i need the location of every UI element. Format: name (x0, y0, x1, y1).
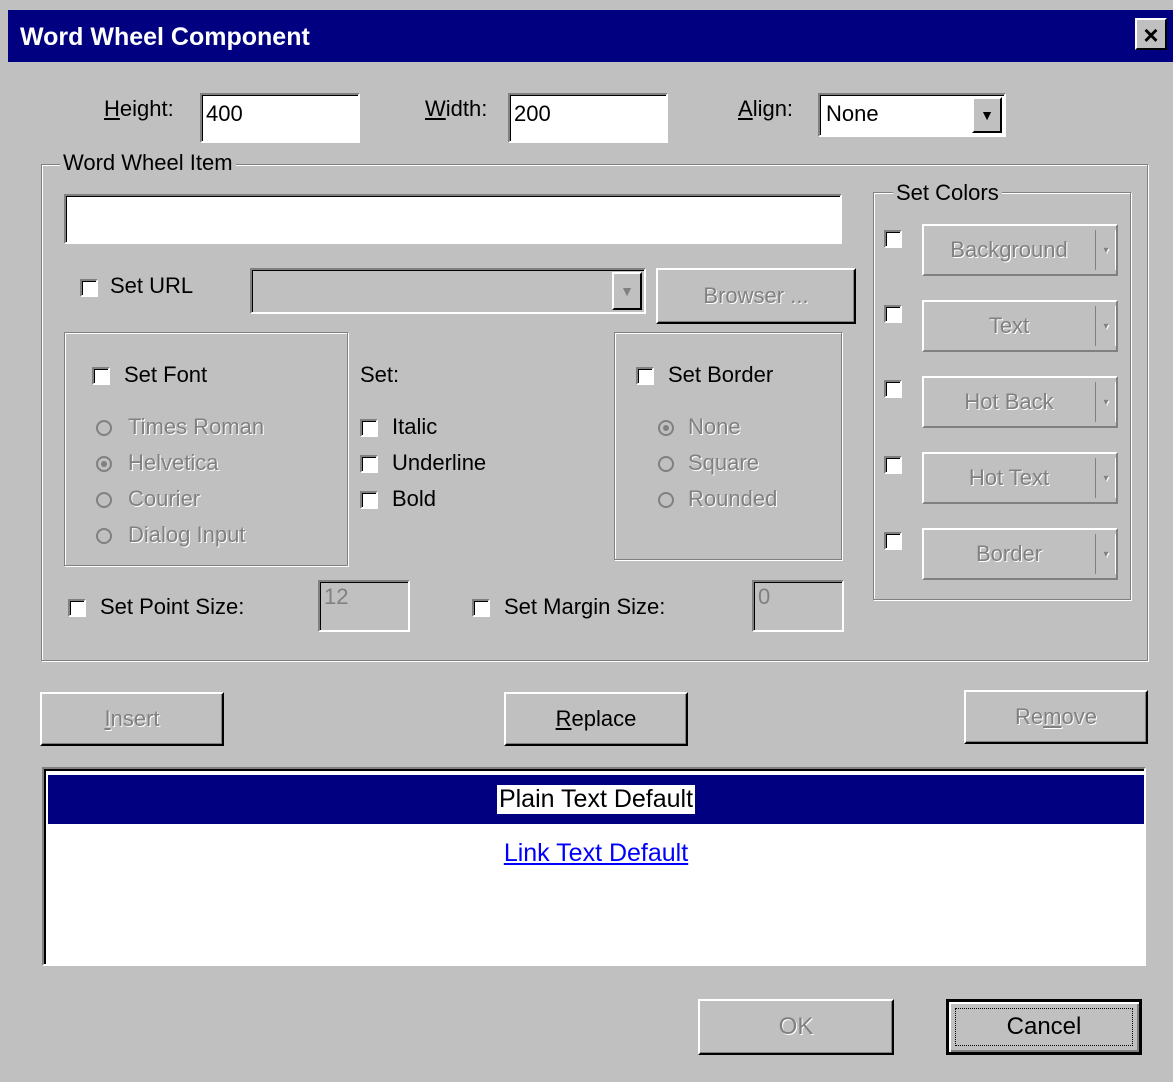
hot-text-color-checkbox[interactable] (884, 456, 902, 474)
list-item[interactable]: Link Text Default (48, 831, 1144, 875)
height-input[interactable]: 400 (200, 93, 360, 143)
chevron-down-icon: ▼ (620, 283, 634, 299)
set-point-size-label: Set Point Size: (100, 594, 245, 619)
align-dropdown-button[interactable]: ▼ (972, 97, 1002, 133)
set-border-label: Set Border (668, 362, 774, 387)
chevron-down-icon: ▾ (1095, 458, 1116, 498)
ok-button[interactable]: OK (698, 999, 894, 1055)
border-color-button[interactable]: Border ▾ (922, 528, 1118, 580)
border-color-checkbox[interactable] (884, 532, 902, 550)
font-radio-dialog-input[interactable] (96, 528, 112, 544)
set-point-size-checkbox[interactable] (68, 599, 86, 617)
font-label-times-roman: Times Roman (128, 414, 265, 439)
align-select[interactable]: None ▼ (818, 93, 1006, 137)
text-color-checkbox[interactable] (884, 305, 902, 323)
set-font-checkbox[interactable] (92, 367, 110, 385)
hot-text-color-button[interactable]: Hot Text ▾ (922, 452, 1118, 504)
width-label: Width: (425, 96, 488, 121)
items-listbox[interactable]: Plain Text Default Link Text Default (42, 767, 1146, 966)
list-item-selected[interactable]: Plain Text Default (48, 775, 1144, 824)
background-color-checkbox[interactable] (884, 230, 902, 248)
chevron-down-icon: ▾ (1095, 534, 1116, 574)
text-color-button[interactable]: Text ▾ (922, 300, 1118, 352)
item-text-input[interactable] (64, 194, 842, 244)
bold-checkbox[interactable] (360, 491, 378, 509)
chevron-down-icon: ▾ (1095, 230, 1116, 270)
replace-button[interactable]: Replace (504, 692, 688, 746)
italic-label: Italic (392, 414, 438, 439)
set-url-checkbox[interactable] (80, 279, 98, 297)
height-label: Height: (104, 96, 174, 121)
set-margin-size-checkbox[interactable] (472, 599, 490, 617)
focus-ring (955, 1008, 1133, 1046)
border-label-rounded: Rounded (688, 486, 778, 511)
bold-label: Bold (392, 486, 437, 511)
window-title: Word Wheel Component (20, 23, 310, 51)
title-bar: Word Wheel Component × (8, 10, 1173, 62)
list-item-plain-text-default: Plain Text Default (496, 785, 696, 814)
insert-button[interactable]: Insert (40, 692, 224, 746)
chevron-down-icon: ▾ (1095, 382, 1116, 422)
align-select-value: None (826, 101, 879, 126)
font-radio-courier[interactable] (96, 492, 112, 508)
chevron-down-icon: ▾ (1095, 306, 1116, 346)
font-label-dialog-input: Dialog Input (128, 522, 246, 547)
italic-checkbox[interactable] (360, 419, 378, 437)
underline-label: Underline (392, 450, 487, 475)
background-color-button[interactable]: Background ▾ (922, 224, 1118, 276)
set-styles-label: Set: (360, 362, 400, 387)
underline-checkbox[interactable] (360, 455, 378, 473)
set-margin-size-label: Set Margin Size: (504, 594, 666, 619)
border-radio-none[interactable] (658, 420, 674, 436)
close-icon: × (1143, 20, 1159, 50)
url-dropdown-button[interactable]: ▼ (612, 272, 642, 310)
border-label-none: None (688, 414, 741, 439)
font-label-courier: Courier (128, 486, 201, 511)
url-select[interactable]: ▼ (250, 268, 646, 314)
point-size-input[interactable]: 12 (318, 580, 410, 632)
width-input[interactable]: 200 (508, 93, 668, 143)
set-colors-group-title: Set Colors (893, 180, 1002, 206)
margin-size-input[interactable]: 0 (752, 580, 844, 632)
border-label-square: Square (688, 450, 759, 475)
list-item-link-text-default: Link Text Default (503, 838, 689, 867)
border-radio-rounded[interactable] (658, 492, 674, 508)
close-button[interactable]: × (1135, 18, 1167, 50)
word-wheel-item-group-title: Word Wheel Item (60, 150, 236, 176)
font-radio-times-roman[interactable] (96, 420, 112, 436)
align-label: Align: (738, 96, 794, 121)
remove-button[interactable]: Re m ove (964, 690, 1148, 744)
set-url-label: Set URL (110, 273, 194, 298)
browser-button[interactable]: Browser ... (656, 268, 856, 324)
chevron-down-icon: ▼ (980, 107, 994, 123)
set-border-checkbox[interactable] (636, 367, 654, 385)
set-font-label: Set Font (124, 362, 208, 387)
font-radio-helvetica[interactable] (96, 456, 112, 472)
hot-back-color-checkbox[interactable] (884, 380, 902, 398)
font-label-helvetica: Helvetica (128, 450, 219, 475)
border-radio-square[interactable] (658, 456, 674, 472)
cancel-button[interactable]: Cancel (946, 999, 1142, 1055)
hot-back-color-button[interactable]: Hot Back ▾ (922, 376, 1118, 428)
